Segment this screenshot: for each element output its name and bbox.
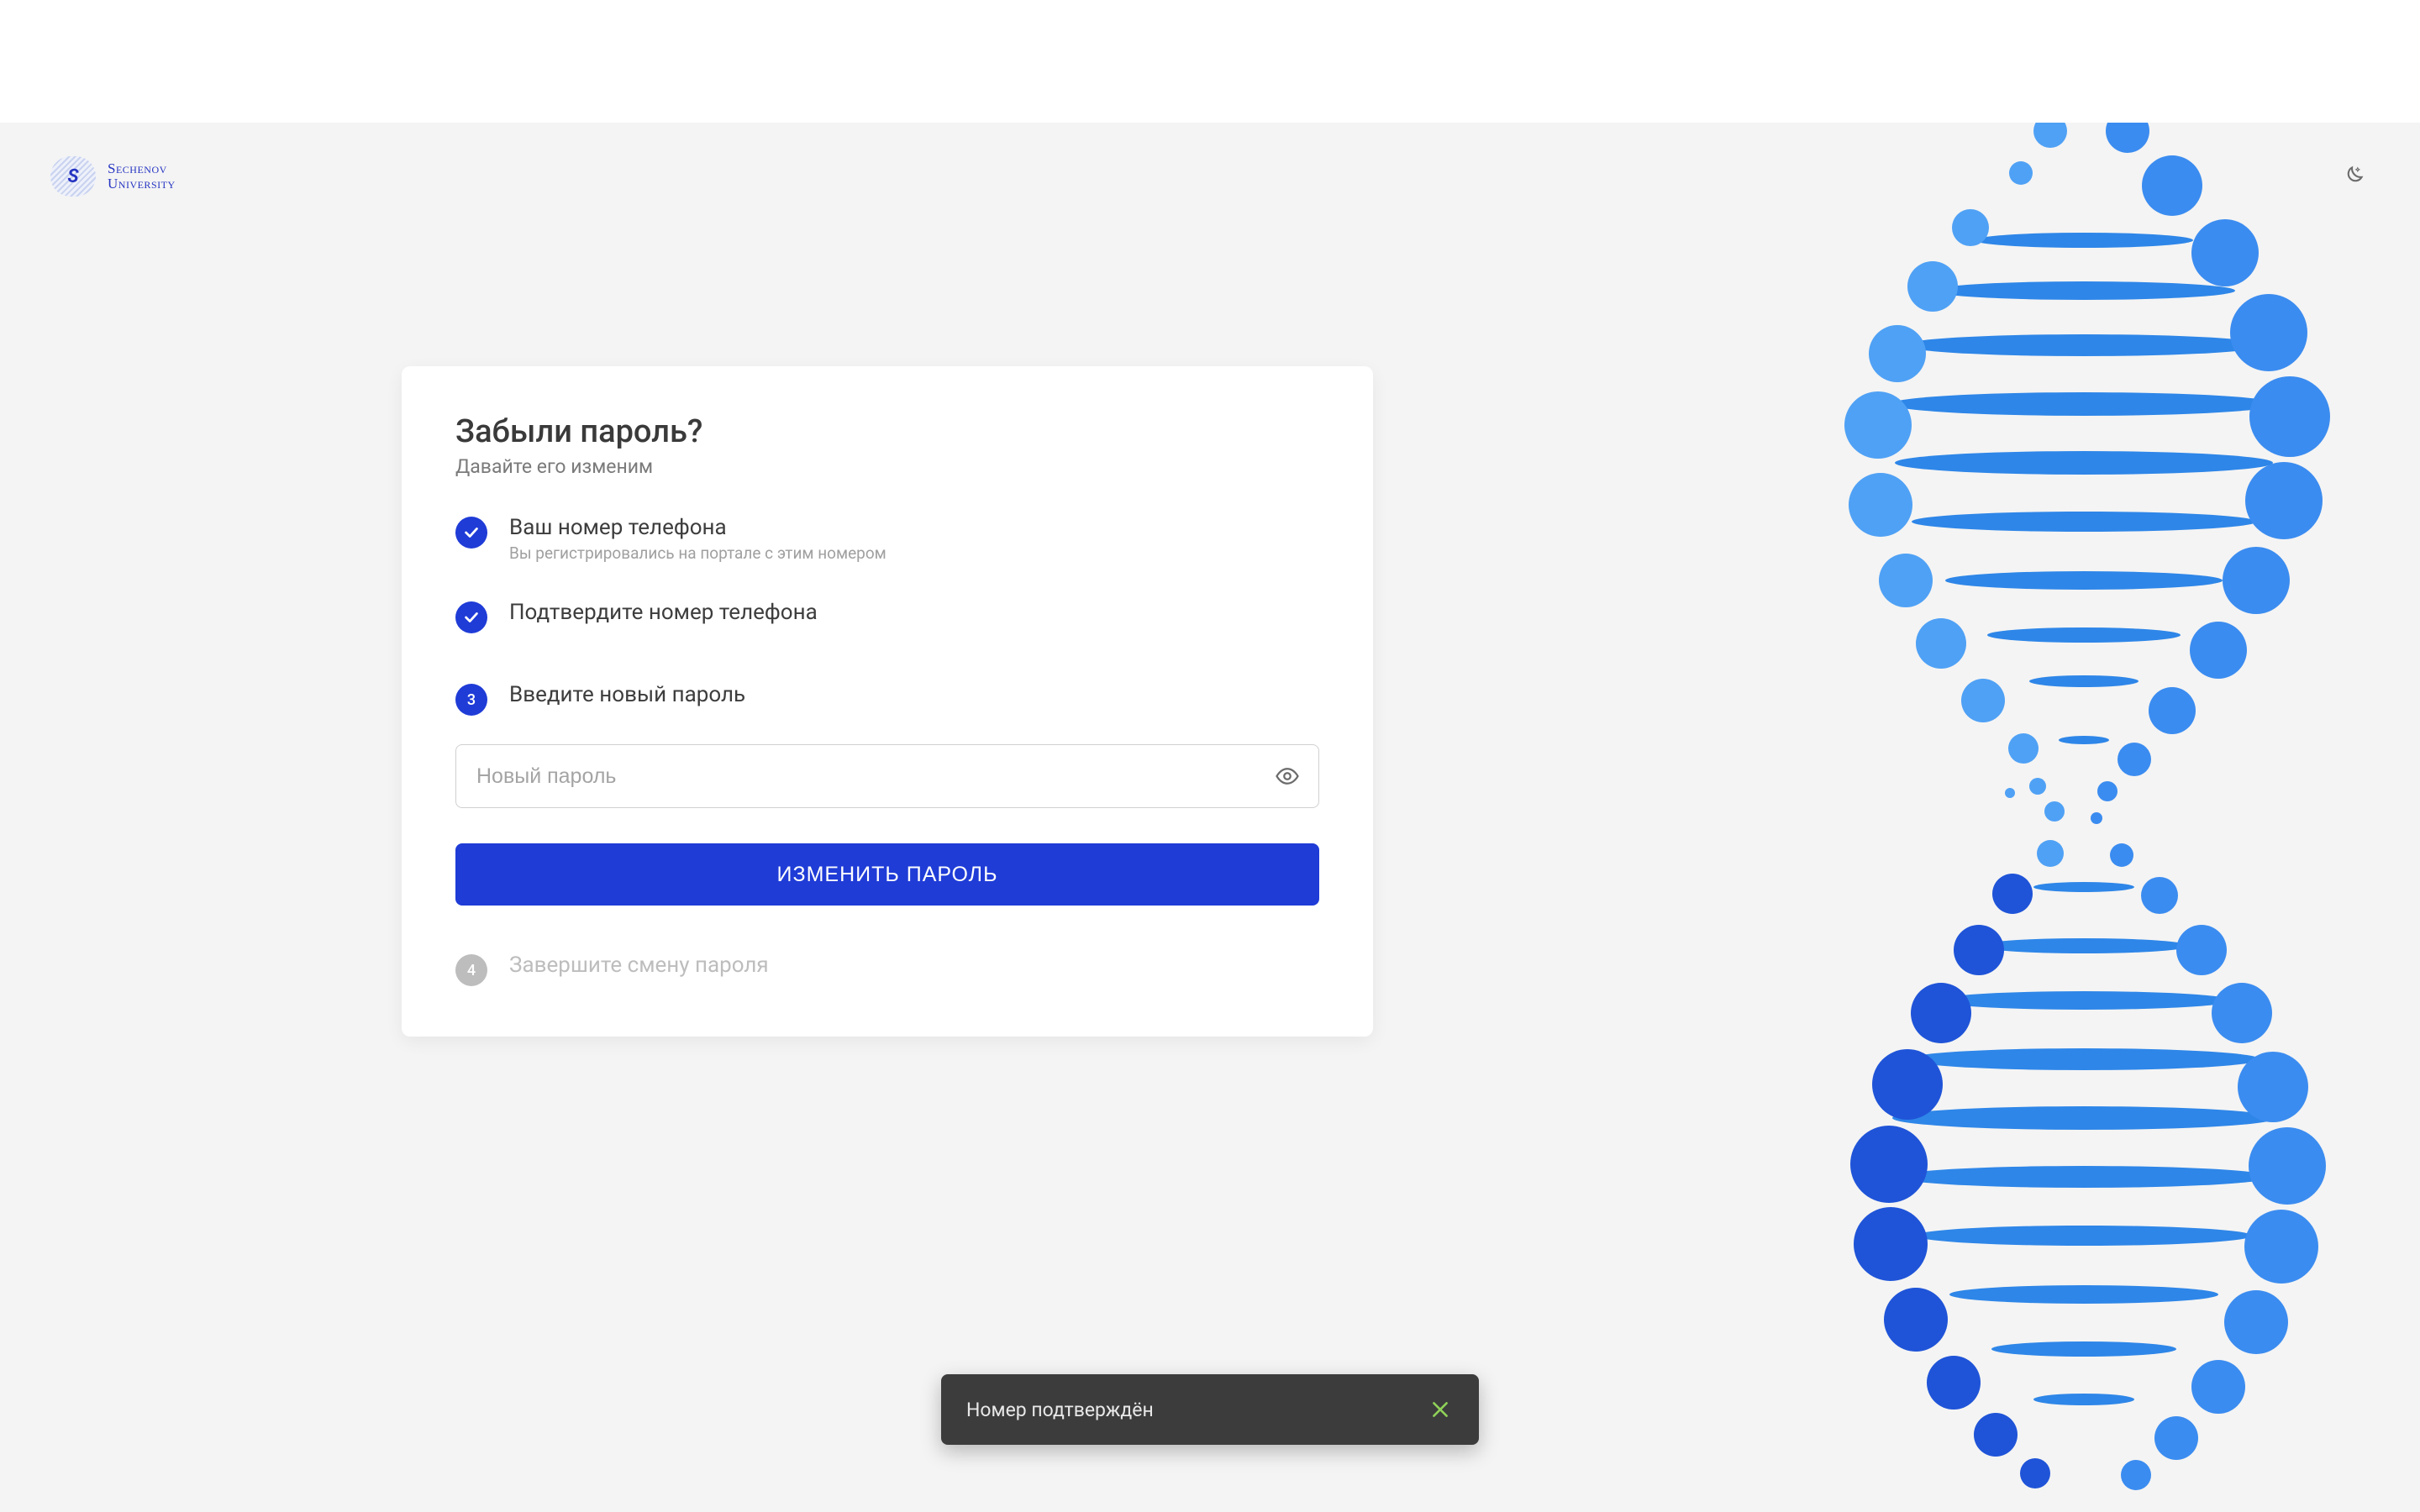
moon-icon bbox=[2341, 165, 2365, 188]
toast-phone-confirmed: Номер подтверждён bbox=[941, 1374, 1479, 1445]
brand-line2: University bbox=[108, 176, 176, 192]
step-new-password: 3 Введите новый пароль bbox=[455, 682, 1319, 716]
check-icon bbox=[462, 608, 481, 627]
step-title: Ваш номер телефона bbox=[509, 515, 886, 540]
step-bullet-done bbox=[455, 517, 487, 549]
step-confirm-phone: Подтвердите номер телефона bbox=[455, 600, 1319, 633]
card-title: Забыли пароль? bbox=[455, 413, 1319, 450]
step-finish: 4 Завершите смену пароля bbox=[455, 953, 1319, 986]
toggle-password-visibility-button[interactable] bbox=[1270, 759, 1304, 793]
new-password-input[interactable] bbox=[455, 744, 1319, 808]
change-password-button[interactable]: ИЗМЕНИТЬ ПАРОЛЬ bbox=[455, 843, 1319, 906]
brand-logo[interactable]: Sechenov University bbox=[50, 156, 176, 197]
brand-logo-text: Sechenov University bbox=[108, 161, 176, 192]
step-desc: Вы регистрировались на портале с этим но… bbox=[509, 543, 886, 563]
check-icon bbox=[462, 523, 481, 542]
step-bullet-done bbox=[455, 601, 487, 633]
step-phone: Ваш номер телефона Вы регистрировались н… bbox=[455, 515, 1319, 563]
toast-close-button[interactable] bbox=[1427, 1396, 1454, 1423]
dna-decoration bbox=[1798, 123, 2370, 1512]
theme-toggle-button[interactable] bbox=[2336, 160, 2370, 193]
step-body: ИЗМЕНИТЬ ПАРОЛЬ bbox=[455, 744, 1319, 906]
step-bullet-pending: 4 bbox=[455, 954, 487, 986]
step-bullet-active: 3 bbox=[455, 684, 487, 716]
close-icon bbox=[1429, 1399, 1451, 1420]
brand-line1: Sechenov bbox=[108, 161, 176, 176]
card-subtitle: Давайте его изменим bbox=[455, 455, 1319, 478]
brand-logo-mark bbox=[50, 156, 96, 197]
step-title: Подтвердите номер телефона bbox=[509, 600, 818, 625]
toast-message: Номер подтверждён bbox=[966, 1399, 1154, 1421]
eye-icon bbox=[1275, 764, 1300, 789]
step-title: Введите новый пароль bbox=[509, 682, 745, 707]
step-number: 3 bbox=[467, 691, 476, 709]
reset-password-card: Забыли пароль? Давайте его изменим Ваш н… bbox=[402, 366, 1373, 1037]
step-title: Завершите смену пароля bbox=[509, 953, 769, 978]
step-number: 4 bbox=[467, 962, 476, 979]
